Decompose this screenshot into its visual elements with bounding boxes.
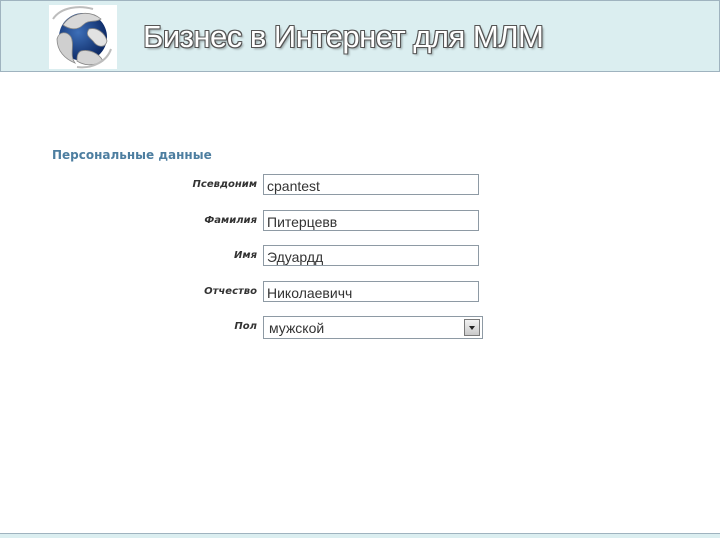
name-input[interactable] xyxy=(263,245,479,266)
nickname-label: Псевдоним xyxy=(192,179,257,190)
gender-select[interactable]: мужской xyxy=(263,316,483,339)
patronymic-label: Отчество xyxy=(204,286,257,297)
globe-icon xyxy=(49,5,117,69)
page-title: Бизнес в Интернет для МЛМ xyxy=(143,19,544,54)
form-row-gender: Пол мужской xyxy=(150,316,490,340)
section-title: Персональные данные xyxy=(52,148,212,162)
nickname-input[interactable] xyxy=(263,174,479,195)
surname-input[interactable] xyxy=(263,210,479,231)
name-label: Имя xyxy=(234,250,257,261)
header-banner: Бизнес в Интернет для МЛМ xyxy=(0,0,720,72)
form-row-surname: Фамилия xyxy=(150,210,490,234)
footer-bar xyxy=(0,533,720,538)
form-row-patronymic: Отчество xyxy=(150,281,490,305)
gender-select-value: мужской xyxy=(269,320,325,336)
chevron-down-icon[interactable] xyxy=(464,319,480,336)
form-row-name: Имя xyxy=(150,245,490,269)
surname-label: Фамилия xyxy=(204,215,257,226)
gender-label: Пол xyxy=(234,321,257,332)
page: Бизнес в Интернет для МЛМ Персональные д… xyxy=(0,0,720,540)
form-row-nickname: Псевдоним xyxy=(150,174,490,198)
patronymic-input[interactable] xyxy=(263,281,479,302)
